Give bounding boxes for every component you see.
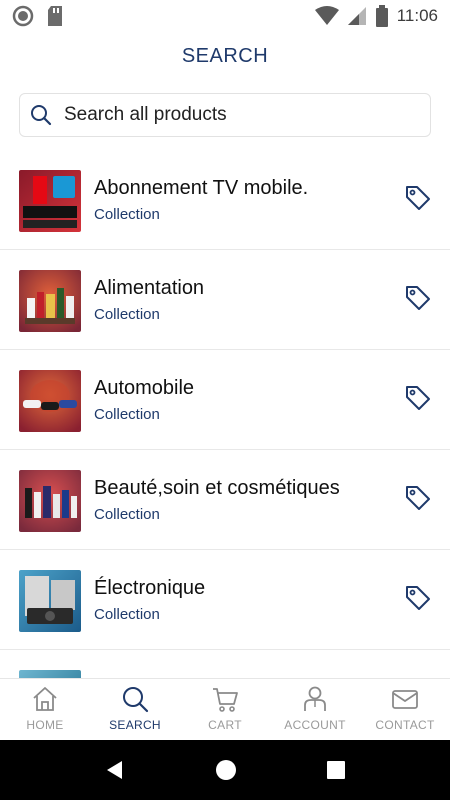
collection-list: Abonnement TV mobile. Collection Aliment… bbox=[0, 150, 450, 678]
app-screen: 11:06 SEARCH Search all products Abonnem… bbox=[0, 0, 450, 800]
nav-home[interactable]: HOME bbox=[0, 679, 90, 740]
page-title: SEARCH bbox=[181, 44, 269, 67]
collection-title: Alimentation bbox=[94, 277, 205, 299]
wifi-icon bbox=[314, 6, 339, 25]
collection-item-auto[interactable]: Automobile Collection bbox=[0, 350, 450, 450]
collection-thumbnail bbox=[19, 570, 81, 632]
nav-contact[interactable]: CONTACT bbox=[360, 679, 450, 740]
search-input[interactable] bbox=[64, 104, 404, 126]
page-header: SEARCH bbox=[0, 32, 450, 80]
tag-icon[interactable] bbox=[404, 184, 432, 212]
collection-title: Automobile bbox=[94, 377, 195, 399]
search-icon bbox=[31, 105, 52, 126]
collection-thumbnail bbox=[19, 170, 81, 232]
recents-icon[interactable] bbox=[326, 760, 346, 780]
tag-icon[interactable] bbox=[404, 284, 432, 312]
collection-title: Abonnement TV mobile. bbox=[94, 177, 309, 199]
collection-subtitle: Collection bbox=[94, 606, 160, 623]
circle-record-icon bbox=[12, 5, 34, 27]
collection-thumbnail bbox=[19, 470, 81, 532]
collection-thumbnail bbox=[19, 370, 81, 432]
nav-label: CONTACT bbox=[375, 718, 435, 732]
cart-icon bbox=[213, 688, 238, 712]
sd-card-icon bbox=[48, 6, 62, 26]
home-circle-icon[interactable] bbox=[215, 759, 237, 781]
collection-item-tv[interactable]: Abonnement TV mobile. Collection bbox=[0, 150, 450, 250]
nav-cart[interactable]: CART bbox=[180, 679, 270, 740]
signal-icon bbox=[347, 7, 366, 25]
status-bar: 11:06 bbox=[0, 0, 450, 32]
nav-label: SEARCH bbox=[109, 718, 161, 732]
collection-subtitle: Collection bbox=[94, 206, 160, 223]
nav-label: HOME bbox=[26, 718, 64, 732]
collection-subtitle: Collection bbox=[94, 306, 160, 323]
search-bar[interactable] bbox=[19, 93, 431, 137]
nav-label: CART bbox=[208, 718, 242, 732]
tag-icon[interactable] bbox=[404, 484, 432, 512]
search-icon bbox=[123, 687, 149, 713]
collection-thumbnail bbox=[19, 670, 81, 678]
status-time: 11:06 bbox=[396, 6, 438, 25]
system-navigation-bar bbox=[0, 740, 450, 800]
nav-label: ACCOUNT bbox=[284, 718, 346, 732]
tag-icon[interactable] bbox=[404, 384, 432, 412]
collection-title: Électronique bbox=[94, 577, 206, 599]
back-icon[interactable] bbox=[104, 759, 126, 781]
bottom-navigation: HOME SEARCH CART ACCOUNT CONTACT bbox=[0, 678, 450, 740]
nav-account[interactable]: ACCOUNT bbox=[270, 679, 360, 740]
collection-title: Beauté,soin et cosmétiques bbox=[94, 477, 340, 499]
collection-item-beauty[interactable]: Beauté,soin et cosmétiques Collection bbox=[0, 450, 450, 550]
mail-icon bbox=[392, 690, 418, 709]
account-icon bbox=[304, 686, 326, 711]
collection-item-partial[interactable] bbox=[0, 650, 450, 678]
collection-item-food[interactable]: Alimentation Collection bbox=[0, 250, 450, 350]
home-icon bbox=[33, 687, 57, 711]
collection-subtitle: Collection bbox=[94, 506, 160, 523]
collection-subtitle: Collection bbox=[94, 406, 160, 423]
battery-icon bbox=[375, 5, 388, 27]
tag-icon[interactable] bbox=[404, 584, 432, 612]
nav-search[interactable]: SEARCH bbox=[90, 679, 180, 740]
collection-thumbnail bbox=[19, 270, 81, 332]
collection-item-electronics[interactable]: Électronique Collection bbox=[0, 550, 450, 650]
